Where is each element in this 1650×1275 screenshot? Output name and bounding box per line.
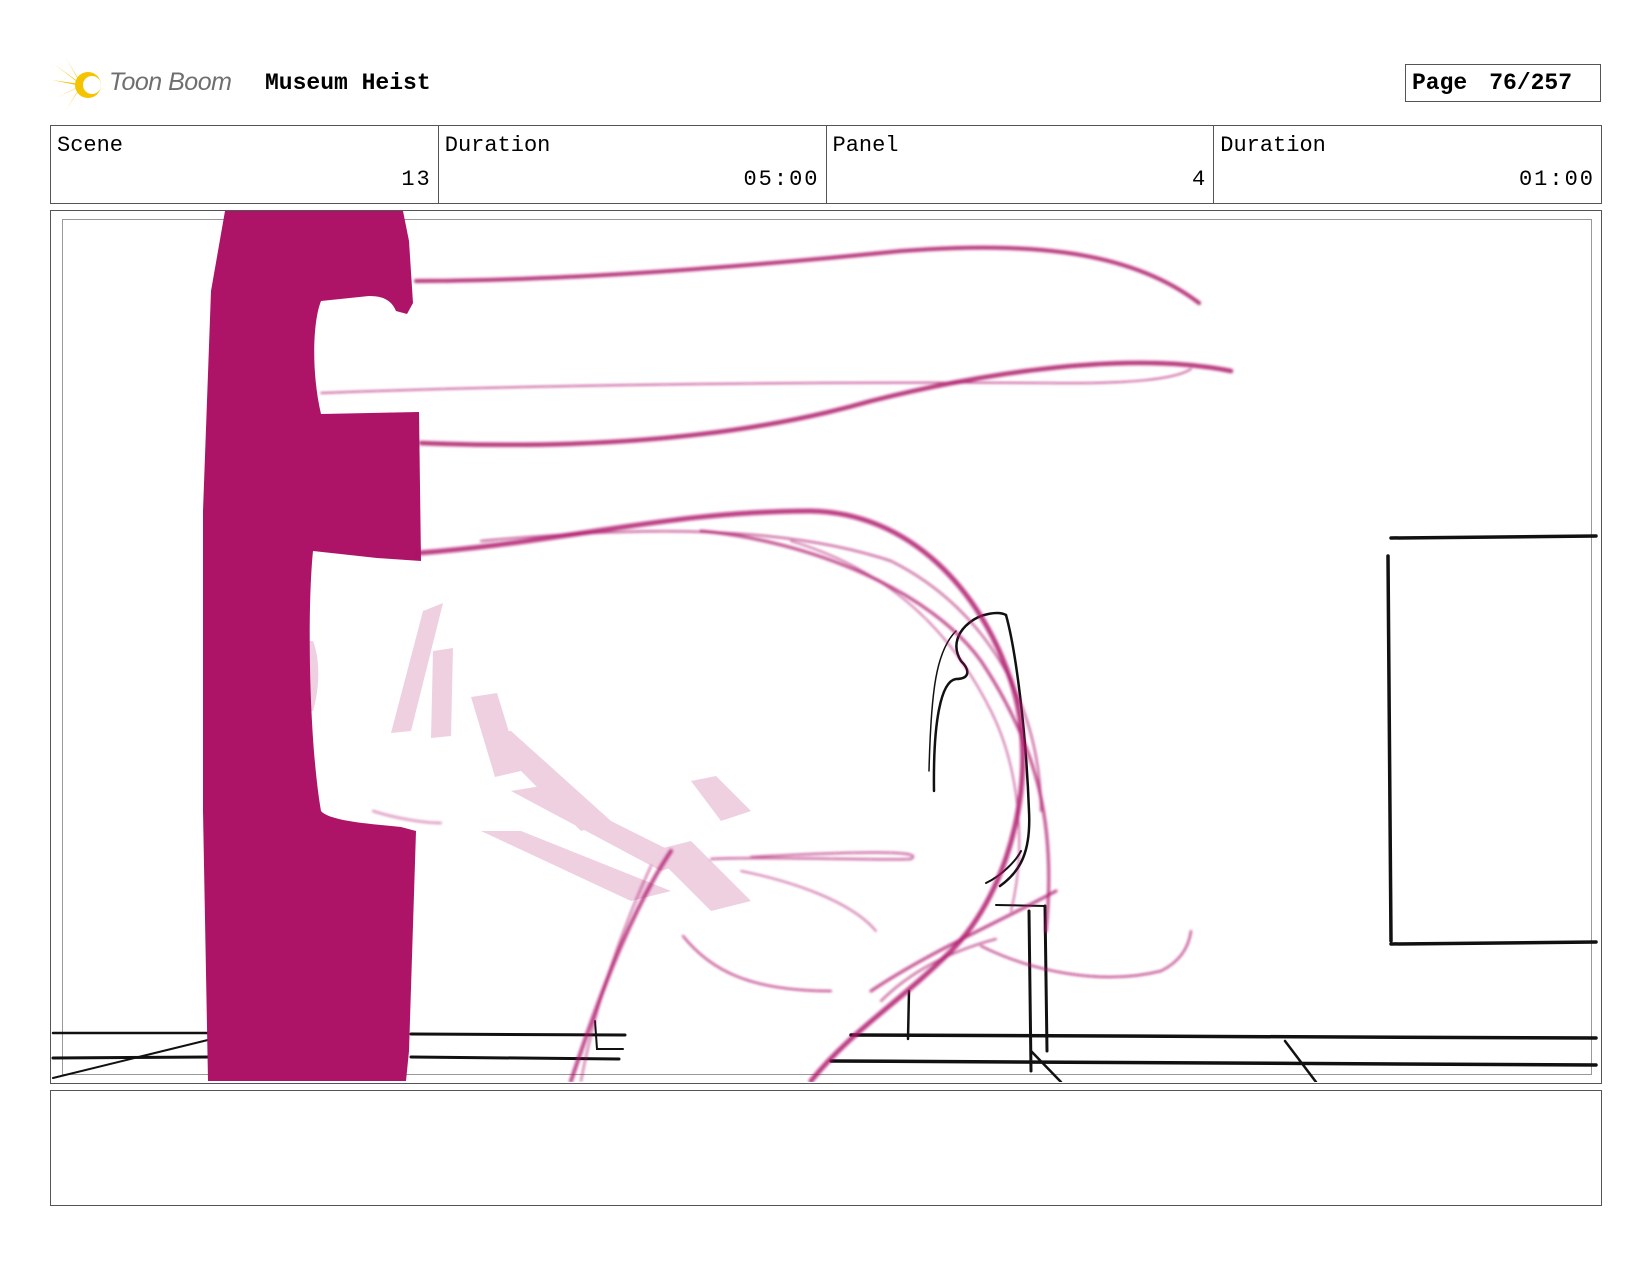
scene-value: 13 <box>401 167 432 192</box>
scene-duration-value: 05:00 <box>743 167 820 192</box>
storyboard-header: Toon Boom Museum Heist Page 76/257 <box>52 58 1602 114</box>
scene-duration-cell: Duration 05:00 <box>439 126 827 203</box>
scene-duration-label: Duration <box>444 133 551 158</box>
wall-frame <box>1386 534 1598 946</box>
panel-duration-label: Duration <box>1220 133 1326 158</box>
panel-duration-cell: Duration 01:00 <box>1214 126 1601 203</box>
page-label: Page <box>1412 70 1468 96</box>
panel-label: Panel <box>832 133 899 158</box>
panel-image-frame <box>50 210 1602 1084</box>
panel-info-table: Scene 13 Duration 05:00 Panel 4 Duration… <box>50 125 1602 204</box>
panel-notes-box <box>50 1090 1602 1206</box>
toon-boom-logo: Toon Boom <box>52 58 247 114</box>
sketch-strokes <box>320 245 1234 1082</box>
project-title: Museum Heist <box>265 70 431 96</box>
pedestal-with-vase <box>928 611 1049 1073</box>
page-counter: Page 76/257 <box>1405 64 1601 102</box>
page-value: 76/257 <box>1489 70 1573 96</box>
panel-duration-value: 01:00 <box>1518 167 1595 192</box>
scene-label: Scene <box>57 133 124 158</box>
panel-cell: Panel 4 <box>827 126 1215 203</box>
scene-cell: Scene 13 <box>51 126 439 203</box>
starburst-icon <box>52 58 101 110</box>
panel-value: 4 <box>1192 167 1208 192</box>
logo-wordmark: Toon Boom <box>109 68 232 96</box>
sketch-drawing <box>51 211 1598 1082</box>
